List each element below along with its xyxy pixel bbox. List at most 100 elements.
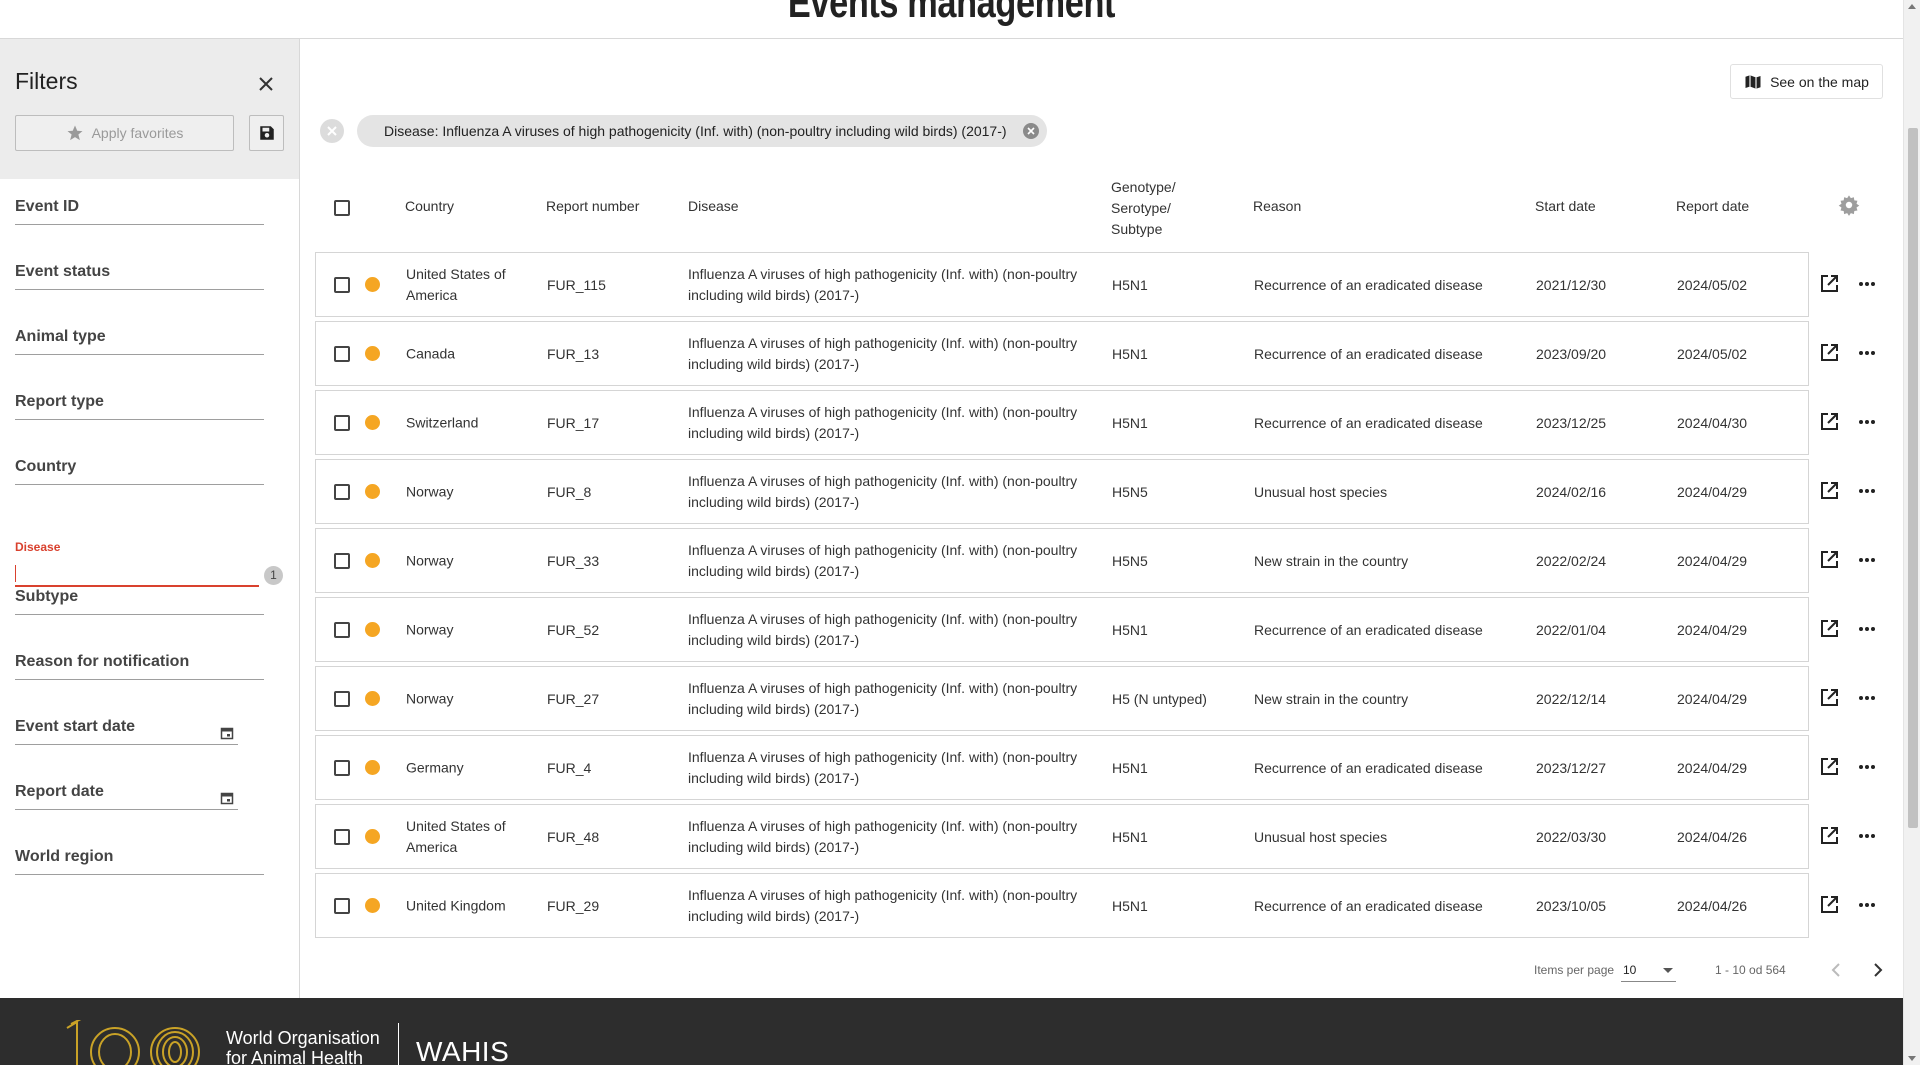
row-more-button[interactable] — [1857, 274, 1877, 297]
disease-filter-input[interactable] — [15, 561, 259, 587]
header-reason[interactable]: Reason — [1253, 198, 1301, 214]
org-name-line: for Animal Health — [226, 1048, 364, 1065]
table-row[interactable]: Switzerland FUR_17 Influenza A viruses o… — [315, 390, 1889, 455]
row-checkbox[interactable] — [334, 277, 350, 293]
table-row[interactable]: Norway FUR_33 Influenza A viruses of hig… — [315, 528, 1889, 593]
table-row[interactable]: Norway FUR_52 Influenza A viruses of hig… — [315, 597, 1889, 662]
open-event-button[interactable] — [1817, 479, 1841, 506]
row-start-date: 2023/12/25 — [1536, 414, 1607, 431]
header-country[interactable]: Country — [405, 198, 454, 214]
save-icon — [259, 126, 274, 140]
row-checkbox[interactable] — [334, 484, 350, 500]
filter-report-type[interactable]: Report type — [15, 393, 264, 420]
header-start-date[interactable]: Start date — [1535, 198, 1596, 214]
star-icon — [67, 125, 83, 141]
filter-event-start-date[interactable]: Event start date — [15, 718, 238, 745]
row-checkbox[interactable] — [334, 760, 350, 776]
open-event-button[interactable] — [1817, 272, 1841, 299]
page-scrollbar[interactable] — [1903, 0, 1920, 1065]
row-genotype: H5N1 — [1112, 414, 1148, 431]
row-checkbox[interactable] — [334, 415, 350, 431]
filter-event-status[interactable]: Event status — [15, 263, 264, 290]
row-report-date: 2024/04/30 — [1677, 414, 1748, 431]
filter-world-region[interactable]: World region — [15, 848, 264, 875]
table-settings-button[interactable] — [1838, 194, 1860, 219]
see-on-map-button[interactable]: See on the map — [1730, 64, 1883, 99]
row-disease: Influenza A viruses of high pathogenicit… — [688, 541, 1078, 579]
disease-filter-count-badge: 1 — [264, 566, 283, 585]
status-dot — [365, 829, 380, 844]
table-row[interactable]: United Kingdom FUR_29 Influenza A viruse… — [315, 873, 1889, 938]
row-start-date: 2022/01/04 — [1536, 621, 1607, 638]
open-event-button[interactable] — [1817, 686, 1841, 713]
header-genotype-line: Serotype/ — [1111, 200, 1171, 216]
select-all-checkbox[interactable] — [334, 200, 350, 216]
filter-reason-for-notification[interactable]: Reason for notification — [15, 653, 264, 680]
row-checkbox[interactable] — [334, 691, 350, 707]
header-report-number[interactable]: Report number — [546, 198, 639, 214]
row-more-button[interactable] — [1857, 412, 1877, 435]
scroll-up-arrow[interactable] — [1908, 4, 1916, 9]
apply-favorites-label: Apply favorites — [91, 125, 184, 141]
row-checkbox[interactable] — [334, 898, 350, 914]
status-dot — [365, 277, 380, 292]
open-event-button[interactable] — [1817, 341, 1841, 368]
calendar-icon[interactable] — [220, 726, 234, 740]
table-row[interactable]: United States of America FUR_48 Influenz… — [315, 804, 1889, 869]
filter-event-id[interactable]: Event ID — [15, 198, 264, 225]
save-favorites-button[interactable] — [249, 115, 284, 151]
row-checkbox[interactable] — [334, 829, 350, 845]
row-genotype: H5N5 — [1112, 552, 1148, 569]
previous-page-button[interactable] — [1827, 960, 1847, 983]
row-report-date: 2024/04/29 — [1677, 690, 1748, 707]
next-page-button[interactable] — [1867, 960, 1887, 983]
row-checkbox[interactable] — [334, 346, 350, 362]
table-row[interactable]: Germany FUR_4 Influenza A viruses of hig… — [315, 735, 1889, 800]
open-event-button[interactable] — [1817, 893, 1841, 920]
header-report-date[interactable]: Report date — [1676, 198, 1749, 214]
row-report-number: FUR_33 — [547, 552, 600, 569]
header-genotype[interactable]: Genotype/ Serotype/ Subtype — [1111, 177, 1176, 240]
row-more-button[interactable] — [1857, 550, 1877, 573]
table-row[interactable]: United States of America FUR_115 Influen… — [315, 252, 1889, 317]
scroll-down-arrow[interactable] — [1908, 1056, 1916, 1061]
open-event-button[interactable] — [1817, 548, 1841, 575]
organisation-name: World Organisation for Animal Health — [226, 1028, 380, 1065]
filter-animal-type[interactable]: Animal type — [15, 328, 264, 355]
open-event-button[interactable] — [1817, 410, 1841, 437]
open-external-icon — [1821, 413, 1838, 430]
filter-report-date[interactable]: Report date — [15, 783, 238, 810]
clear-all-filters-button[interactable] — [320, 119, 344, 143]
open-event-button[interactable] — [1817, 824, 1841, 851]
table-row[interactable]: Norway FUR_8 Influenza A viruses of high… — [315, 459, 1889, 524]
header-genotype-line: Genotype/ — [1111, 179, 1176, 195]
header-disease[interactable]: Disease — [688, 198, 739, 214]
row-more-button[interactable] — [1857, 826, 1877, 849]
filter-subtype[interactable]: Subtype — [15, 588, 264, 615]
items-per-page-select[interactable]: 10 — [1621, 960, 1676, 982]
row-more-button[interactable] — [1857, 688, 1877, 711]
apply-favorites-button[interactable]: Apply favorites — [15, 115, 234, 151]
close-filters-button[interactable] — [253, 71, 279, 97]
remove-filter-chip-button[interactable] — [1022, 123, 1039, 139]
row-genotype: H5N1 — [1112, 828, 1148, 845]
filter-country[interactable]: Country — [15, 458, 264, 485]
row-more-button[interactable] — [1857, 619, 1877, 642]
scrollbar-thumb[interactable] — [1908, 128, 1918, 828]
calendar-icon[interactable] — [220, 791, 234, 805]
open-event-button[interactable] — [1817, 617, 1841, 644]
table-row[interactable]: Canada FUR_13 Influenza A viruses of hig… — [315, 321, 1889, 386]
open-external-icon — [1821, 758, 1838, 775]
row-checkbox[interactable] — [334, 553, 350, 569]
status-dot — [365, 415, 380, 430]
row-more-button[interactable] — [1857, 343, 1877, 366]
filters-header: Filters Apply favorites — [0, 39, 299, 179]
table-row[interactable]: Norway FUR_27 Influenza A viruses of hig… — [315, 666, 1889, 731]
row-more-button[interactable] — [1857, 481, 1877, 504]
row-checkbox[interactable] — [334, 622, 350, 638]
row-more-button[interactable] — [1857, 757, 1877, 780]
open-event-button[interactable] — [1817, 755, 1841, 782]
row-more-button[interactable] — [1857, 895, 1877, 918]
chevron-down-icon — [1663, 968, 1673, 973]
row-start-date: 2024/02/16 — [1536, 483, 1607, 500]
